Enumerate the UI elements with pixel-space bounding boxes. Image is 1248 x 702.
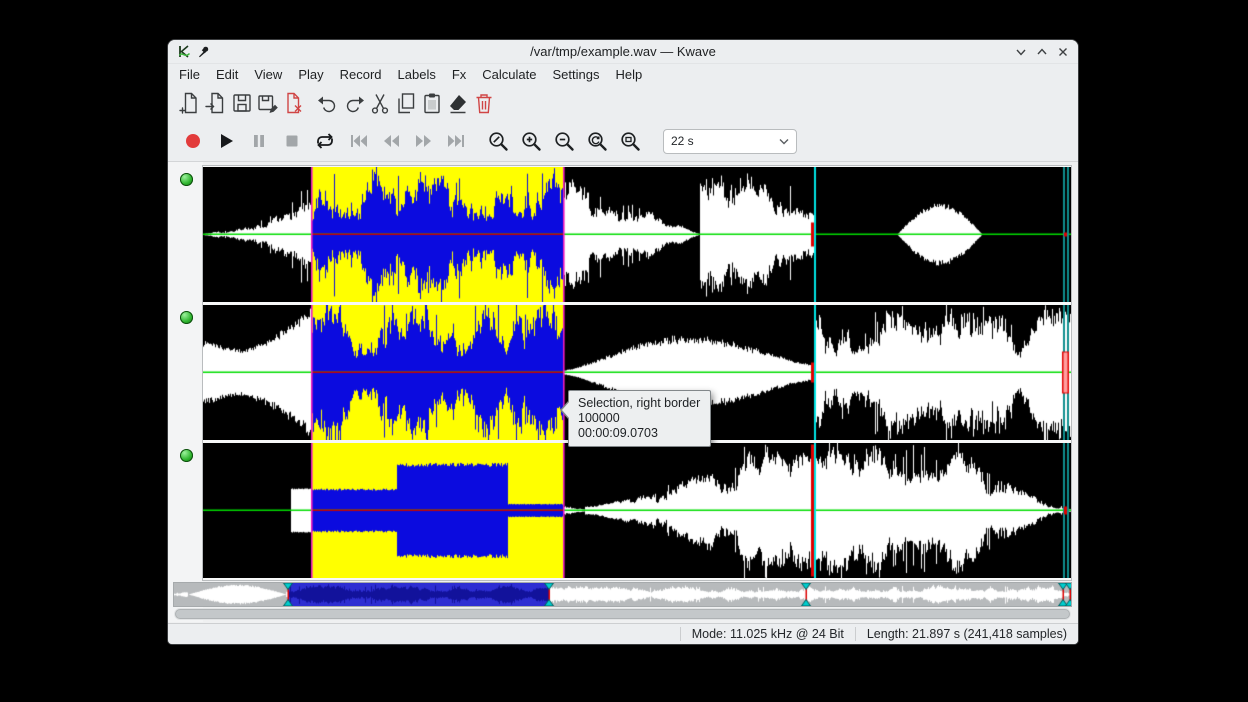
skip-start-icon <box>348 131 368 151</box>
menu-play[interactable]: Play <box>290 65 331 84</box>
overview-bar[interactable] <box>174 583 1071 606</box>
zoom-normal-icon <box>619 130 641 152</box>
undo-icon <box>316 91 340 115</box>
titlebar[interactable]: /var/tmp/example.wav — Kwave <box>168 40 1078 64</box>
file-toolbar <box>168 85 1078 121</box>
zoom-combobox[interactable]: 22 s <box>663 129 797 154</box>
track1-waveform[interactable] <box>203 167 1071 302</box>
menu-edit[interactable]: Edit <box>208 65 246 84</box>
paste-button[interactable] <box>419 90 445 116</box>
menu-settings[interactable]: Settings <box>545 65 608 84</box>
open-file-icon <box>204 91 228 115</box>
skip-to-start-button[interactable] <box>343 126 373 156</box>
maximize-button[interactable] <box>1034 44 1050 60</box>
minimize-button[interactable] <box>1013 44 1029 60</box>
menu-view[interactable]: View <box>246 65 290 84</box>
paste-icon <box>420 91 444 115</box>
save-as-button[interactable] <box>255 90 281 116</box>
zoom-normal-button[interactable] <box>615 126 645 156</box>
redo-icon <box>342 91 366 115</box>
scrollbar-thumb[interactable] <box>175 609 1070 619</box>
menu-help[interactable]: Help <box>607 65 650 84</box>
statusbar: Mode: 11.025 kHz @ 24 Bit Length: 21.897… <box>168 623 1078 644</box>
zoom-out-button[interactable] <box>549 126 579 156</box>
window-title: /var/tmp/example.wav — Kwave <box>168 40 1078 63</box>
zoom-in-icon <box>520 130 542 152</box>
overview-waveform[interactable] <box>174 583 1071 606</box>
tracks-container <box>203 166 1071 580</box>
close-icon <box>1057 46 1069 58</box>
zoom-to-selection-button[interactable] <box>483 126 513 156</box>
skip-end-icon <box>447 131 467 151</box>
playback-toolbar: 22 s <box>168 121 1078 161</box>
copy-button[interactable] <box>393 90 419 116</box>
tooltip-line3: 00:00:09.0703 <box>578 426 705 441</box>
zoom-out-icon <box>553 130 575 152</box>
chevron-down-icon <box>779 138 789 145</box>
trash-icon <box>472 91 496 115</box>
redo-button[interactable] <box>341 90 367 116</box>
save-as-icon <box>256 91 280 115</box>
loop-button[interactable] <box>310 126 340 156</box>
menu-file[interactable]: File <box>171 65 208 84</box>
rewind-icon <box>381 131 401 151</box>
status-length: Length: 21.897 s (241,418 samples) <box>855 627 1078 641</box>
zoom-combobox-value: 22 s <box>671 134 779 148</box>
loop-icon <box>314 130 336 152</box>
stop-button[interactable] <box>277 126 307 156</box>
forward-button[interactable] <box>409 126 439 156</box>
close-file-button[interactable] <box>281 90 307 116</box>
track2-enable-led[interactable] <box>180 311 193 324</box>
pause-button[interactable] <box>244 126 274 156</box>
save-icon <box>230 91 254 115</box>
record-button[interactable] <box>178 126 208 156</box>
track-controls-strip <box>168 162 203 622</box>
play-button[interactable] <box>211 126 241 156</box>
close-file-icon <box>282 91 306 115</box>
stop-icon <box>282 131 302 151</box>
zoom-selection-icon <box>487 130 509 152</box>
track1-enable-led[interactable] <box>180 173 193 186</box>
chevron-down-icon <box>1015 46 1027 58</box>
zoom-all-button[interactable] <box>582 126 612 156</box>
track3-waveform[interactable] <box>203 443 1071 578</box>
cut-button[interactable] <box>367 90 393 116</box>
erase-button[interactable] <box>445 90 471 116</box>
record-icon <box>183 131 203 151</box>
menubar: File Edit View Play Record Labels Fx Cal… <box>168 64 1078 85</box>
new-file-icon <box>178 91 202 115</box>
menu-record[interactable]: Record <box>332 65 390 84</box>
tooltip-line1: Selection, right border <box>578 396 705 411</box>
undo-button[interactable] <box>315 90 341 116</box>
zoom-in-button[interactable] <box>516 126 546 156</box>
signal-view: Selection, right border 100000 00:00:09.… <box>168 161 1078 625</box>
open-file-button[interactable] <box>203 90 229 116</box>
selection-tooltip: Selection, right border 100000 00:00:09.… <box>568 390 711 447</box>
eraser-icon <box>446 91 470 115</box>
kwave-window: /var/tmp/example.wav — Kwave File Edit V… <box>168 40 1078 644</box>
play-icon <box>216 131 236 151</box>
tooltip-line2: 100000 <box>578 411 705 426</box>
save-button[interactable] <box>229 90 255 116</box>
menu-labels[interactable]: Labels <box>390 65 444 84</box>
zoom-all-icon <box>586 130 608 152</box>
status-mode: Mode: 11.025 kHz @ 24 Bit <box>680 627 855 641</box>
pause-icon <box>249 131 269 151</box>
delete-button[interactable] <box>471 90 497 116</box>
desktop-background: /var/tmp/example.wav — Kwave File Edit V… <box>0 0 1248 702</box>
close-button[interactable] <box>1055 44 1071 60</box>
menu-calculate[interactable]: Calculate <box>474 65 544 84</box>
rewind-button[interactable] <box>376 126 406 156</box>
track3-enable-led[interactable] <box>180 449 193 462</box>
menu-fx[interactable]: Fx <box>444 65 474 84</box>
horizontal-scrollbar[interactable] <box>174 608 1071 620</box>
new-file-button[interactable] <box>177 90 203 116</box>
cut-icon <box>368 91 392 115</box>
forward-icon <box>414 131 434 151</box>
chevron-up-icon <box>1036 46 1048 58</box>
skip-to-end-button[interactable] <box>442 126 472 156</box>
copy-icon <box>394 91 418 115</box>
